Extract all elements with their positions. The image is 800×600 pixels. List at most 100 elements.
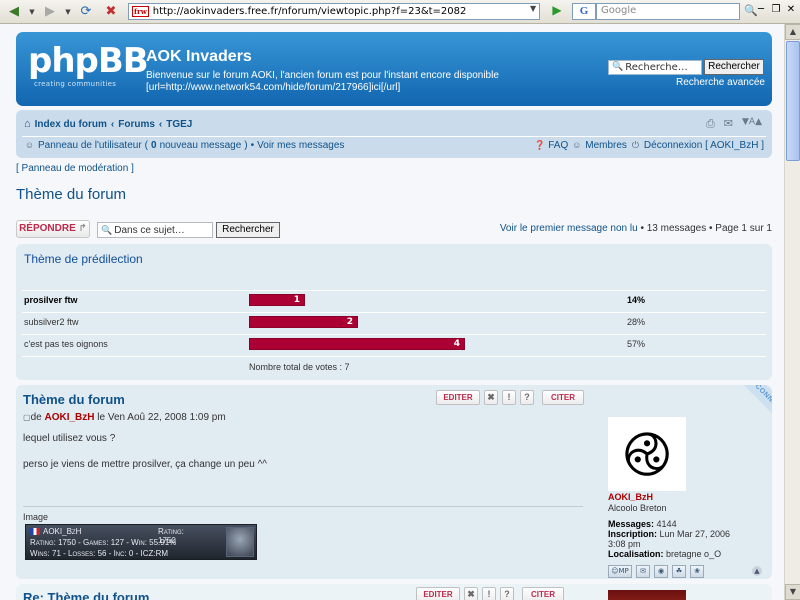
back-to-top-icon[interactable]: ▲ (752, 566, 762, 576)
advanced-search-link[interactable]: Recherche avancée (676, 77, 765, 88)
first-unread-link[interactable]: Voir le premier message non lu (500, 223, 638, 234)
search-engine-selector[interactable]: G (572, 3, 596, 20)
poll-percent: 14% (627, 295, 646, 305)
poll-option-label: prosilver ftw (24, 295, 78, 305)
header-search-button[interactable]: Rechercher (704, 59, 764, 75)
breadcrumb-forums[interactable]: Forums (118, 119, 155, 130)
breadcrumb-index[interactable]: Index du forum (35, 119, 107, 130)
logout-link[interactable]: Déconnexion [ AOKI_BzH ] (644, 140, 764, 151)
scroll-down-icon[interactable]: ▼ (785, 584, 800, 600)
go-icon[interactable]: ▶ (549, 3, 565, 20)
post-profile: CONNECTÉ ࿋ AOKI_BzH Alcoolo Breton Messa… (606, 385, 772, 579)
signature-banner[interactable]: AOKI_BzH Rating: 1750 Rating: 1750 - Game… (25, 524, 257, 560)
topic-title[interactable]: Thème du forum (16, 186, 126, 203)
profile-username[interactable]: AOKI_BzH (608, 492, 653, 502)
website-icon[interactable]: ◉ (654, 565, 668, 578)
poll-percent: 57% (627, 339, 646, 349)
poll-total: Nombre total de votes : 7 (249, 362, 350, 372)
post: Thème du forum EDITER ✖ ! ? CITER ▢de AO… (16, 385, 772, 579)
site-description: Bienvenue sur le forum AOKI, l'ancien fo… (146, 70, 499, 93)
new-messages-count[interactable]: 0 (151, 140, 157, 151)
address-bar[interactable]: frw http://aokinvaders.free.fr/nforum/vi… (128, 3, 540, 20)
post-title[interactable]: Re: Thème du forum (23, 590, 149, 600)
search-icon: 🔍 (101, 224, 113, 235)
avatar[interactable]: ࿋ (608, 417, 686, 491)
signature-label: Image (23, 512, 49, 522)
navbar: ⌂ Index du forum ‹ Forums ‹ TGEJ ⎙ ✉ ▼A▲… (16, 110, 772, 158)
email-icon[interactable]: ✉ (724, 117, 733, 131)
quote-button[interactable]: CITER (542, 390, 584, 405)
favicon: frw (132, 6, 149, 17)
info-icon[interactable]: ? (520, 390, 534, 405)
info-icon[interactable]: ? (500, 587, 514, 600)
close-icon[interactable]: ✕ (783, 4, 799, 20)
msn-icon[interactable]: ☘ (672, 565, 686, 578)
pagination: Voir le premier message non lu • 13 mess… (499, 223, 772, 234)
email-icon[interactable]: ✉ (636, 565, 650, 578)
minimize-icon[interactable]: ─ (753, 4, 769, 20)
portrait-image (226, 527, 254, 557)
view-messages-link[interactable]: Voir mes messages (257, 140, 344, 151)
topic-search-button[interactable]: Rechercher (216, 222, 280, 238)
print-icon[interactable]: ⎙ (706, 117, 715, 131)
avatar[interactable] (608, 590, 686, 600)
flag-icon (30, 528, 40, 536)
dropdown-arrow-icon[interactable]: ▼ (28, 2, 36, 22)
navbar-tools: ⎙ ✉ ▼A▲ (706, 117, 762, 131)
poll-option-label: subsilver2 ftw (24, 317, 79, 327)
poll-bar: 1 (249, 294, 305, 306)
post-author[interactable]: AOKI_BzH (44, 412, 94, 423)
phpbb-logo[interactable]: phpBB creating communities (28, 42, 149, 88)
icq-icon[interactable]: ❀ (690, 565, 704, 578)
faq-link[interactable]: FAQ (548, 140, 568, 151)
dropdown-arrow-icon[interactable]: ▼ (64, 2, 72, 22)
reply-button[interactable]: RÉPONDRE ↱ (16, 220, 90, 238)
post-title[interactable]: Thème du forum (23, 392, 125, 407)
moderation-panel-link[interactable]: [ Panneau de modération ] (16, 163, 134, 174)
pm-icon[interactable]: ☺MP (608, 565, 632, 578)
delete-icon[interactable]: ✖ (484, 390, 498, 405)
members-link[interactable]: Membres (585, 140, 627, 151)
post: Re: Thème du forum EDITER ✖ ! ? CITER (16, 584, 772, 600)
stop-icon[interactable]: ✖ (100, 2, 122, 22)
faq-icon: ❓ (534, 140, 546, 150)
profile-rank: Alcoolo Breton (608, 503, 667, 513)
post-meta: ▢de AOKI_BzH le Ven Aoû 22, 2008 1:09 pm (23, 412, 226, 423)
topic-search-input[interactable]: 🔍 Dans ce sujet… (97, 222, 213, 238)
poll-option-label: c'est pas tes oignons (24, 339, 108, 349)
user-panel-link[interactable]: Panneau de l'utilisateur (38, 140, 142, 151)
back-arrow-icon[interactable]: ◀ (3, 2, 25, 22)
new-messages-link[interactable]: nouveau message (160, 140, 242, 151)
breadcrumb: ⌂ Index du forum ‹ Forums ‹ TGEJ (24, 118, 193, 130)
logout-icon: ⏻ (631, 140, 639, 150)
poll-option: prosilver ftw 1 14% (16, 290, 772, 312)
font-size-icon[interactable]: ▼A▲ (742, 117, 762, 131)
scroll-thumb[interactable] (786, 41, 800, 161)
page-content: phpBB creating communities AOK Invaders … (0, 24, 784, 600)
scrollbar[interactable]: ▲ ▼ (784, 24, 800, 600)
edit-button[interactable]: EDITER (436, 390, 480, 405)
reload-icon[interactable]: ⟳ (75, 2, 97, 22)
scroll-up-icon[interactable]: ▲ (785, 24, 800, 40)
user-panel-icon: ☺ (24, 140, 35, 150)
quote-button[interactable]: CITER (522, 587, 564, 600)
restore-icon[interactable]: ❐ (768, 4, 784, 20)
post-body: lequel utilisez vous ? perso je viens de… (23, 433, 267, 470)
online-badge: CONNECTÉ (740, 385, 772, 432)
report-icon[interactable]: ! (482, 587, 496, 600)
right-links: ❓ FAQ ☺ Membres ⏻ Déconnexion [ AOKI_BzH… (534, 140, 764, 151)
breadcrumb-tgej[interactable]: TGEJ (166, 119, 192, 130)
poll-bar: 4 (249, 338, 465, 350)
poll-option: c'est pas tes oignons 4 57% (16, 334, 772, 356)
delete-icon[interactable]: ✖ (464, 587, 478, 600)
url-dropdown-icon[interactable]: ▼ (530, 4, 536, 13)
edit-button[interactable]: EDITER (416, 587, 460, 600)
site-title: AOK Invaders (146, 48, 252, 65)
browser-search-input[interactable]: Google (596, 3, 740, 20)
url-text: http://aokinvaders.free.fr/nforum/viewto… (152, 6, 467, 17)
forward-arrow-icon[interactable]: ▶ (39, 2, 61, 22)
poll-percent: 28% (627, 317, 646, 327)
report-icon[interactable]: ! (502, 390, 516, 405)
header-search-input[interactable]: 🔍 Recherche… (608, 60, 702, 75)
search-icon: 🔍 (612, 62, 624, 72)
